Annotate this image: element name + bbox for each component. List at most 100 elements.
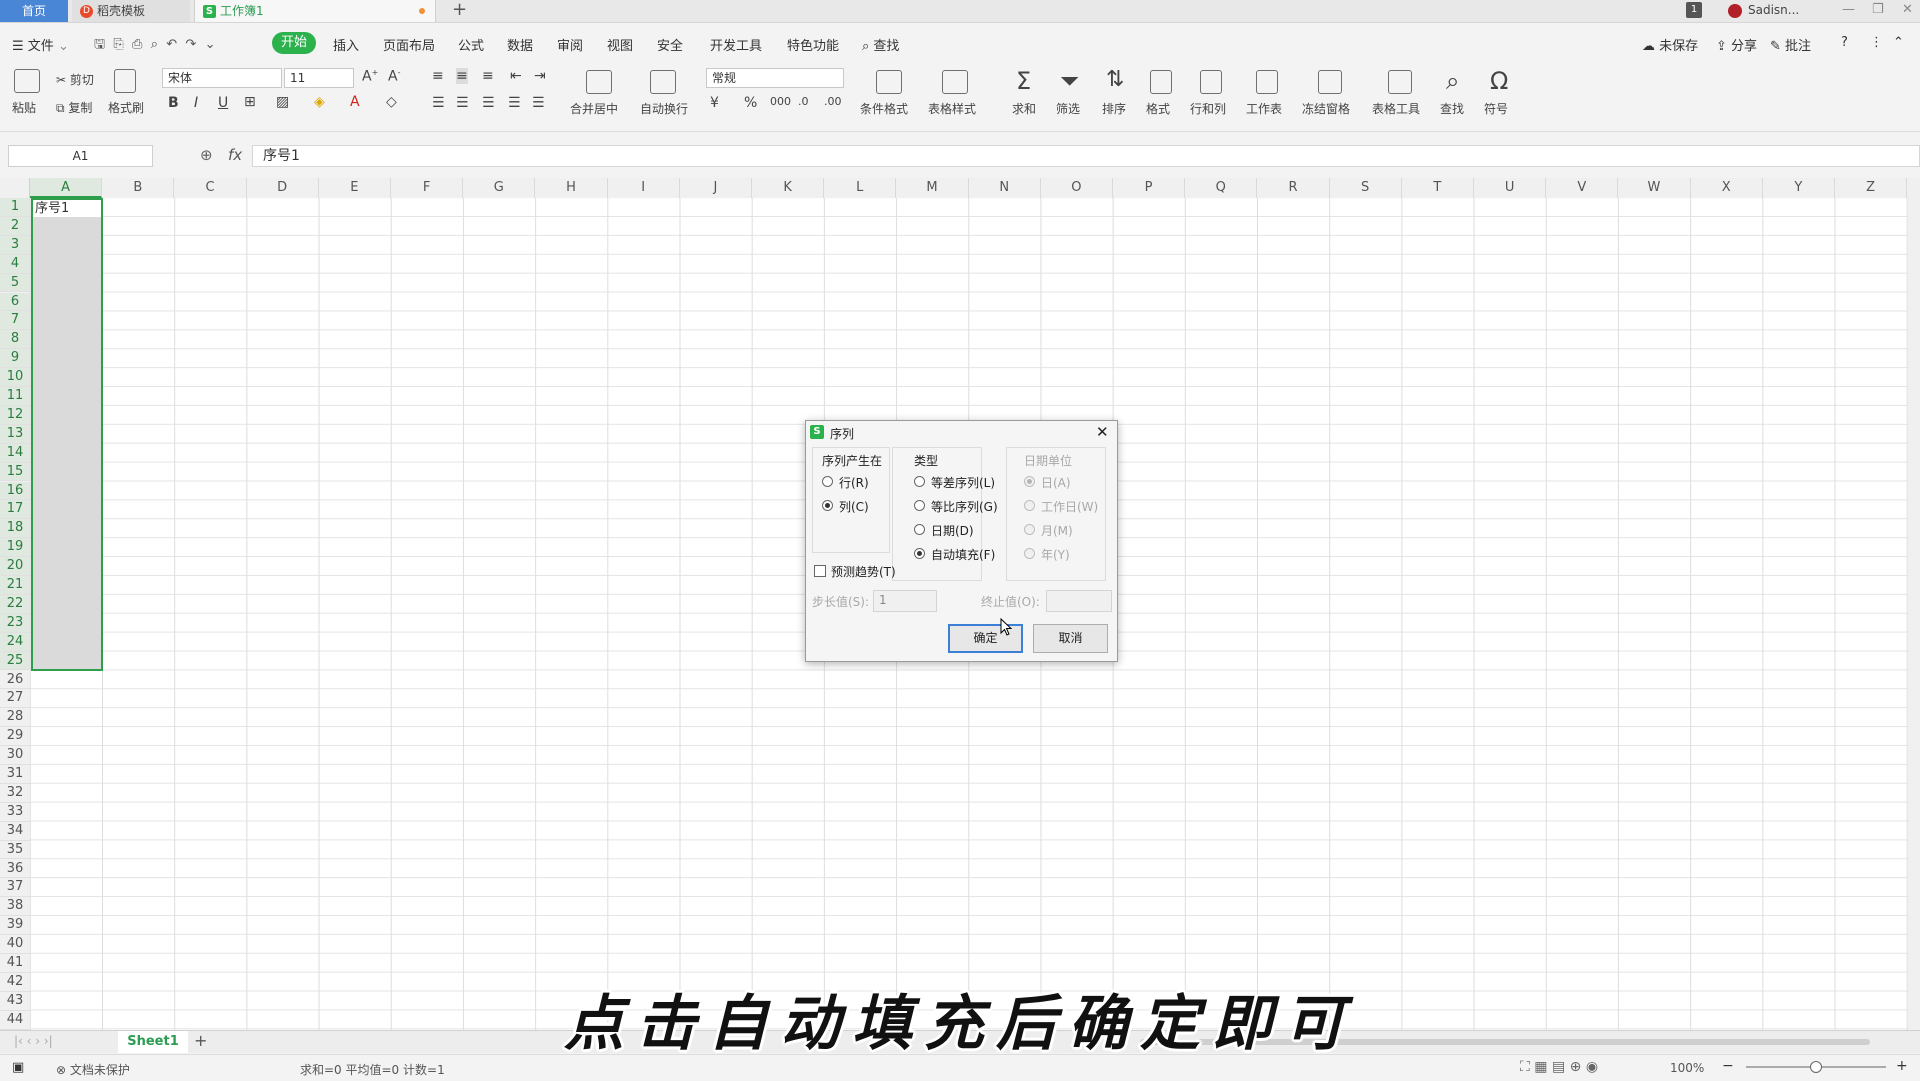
row-header-6[interactable]: 6 [0,292,30,312]
column-header-m[interactable]: M [896,178,969,198]
more-icon[interactable]: ⋮ [1870,35,1883,50]
date-radio[interactable] [914,524,925,535]
export-icon[interactable]: ⎘ [113,37,123,52]
wrap-text-label[interactable]: 自动换行 [640,100,688,117]
conditional-format-icon[interactable] [876,70,902,94]
undo-icon[interactable]: ↶ [166,37,177,52]
format-painter-label[interactable]: 格式刷 [108,99,144,116]
column-header-g[interactable]: G [463,178,536,198]
vertical-scrollbar[interactable] [1908,178,1920,1030]
linear-radio-label[interactable]: 等差序列(L) [931,474,995,491]
redo-icon[interactable]: ↷ [185,37,196,52]
column-header-p[interactable]: P [1113,178,1186,198]
tab-workbook[interactable]: S 工作簿1 [194,0,436,22]
row-header-9[interactable]: 9 [0,349,30,369]
column-header-l[interactable]: L [824,178,897,198]
row-header-36[interactable]: 36 [0,860,30,879]
underline-button[interactable]: U [218,95,228,111]
decrease-decimal-icon[interactable]: .00 [824,95,842,108]
share-button[interactable]: ⇪ 分享 [1716,35,1757,54]
sum-icon[interactable]: Σ [1016,67,1031,95]
sum-label[interactable]: 求和 [1012,100,1036,117]
cell-a1[interactable]: 序号1 [33,200,101,217]
worksheet-icon[interactable] [1256,70,1278,94]
row-header-22[interactable]: 22 [0,594,30,614]
freeze-panes-label[interactable]: 冻结窗格 [1302,100,1350,117]
menu-view[interactable]: 视图 [607,35,633,54]
paste-label[interactable]: 粘贴 [12,99,36,116]
linear-radio[interactable] [914,476,925,487]
col-radio[interactable] [822,500,833,511]
column-header-v[interactable]: V [1546,178,1619,198]
indent-increase-icon[interactable]: ⇥ [534,68,546,84]
row-header-34[interactable]: 34 [0,822,30,841]
sort-label[interactable]: 排序 [1102,100,1126,117]
conditional-format-label[interactable]: 条件格式 [860,100,908,117]
formula-input[interactable]: 序号1 [252,145,1920,167]
menu-insert[interactable]: 插入 [333,35,359,54]
tab-daoke-templates[interactable]: D 稻壳模板 [72,0,190,22]
row-header-14[interactable]: 14 [0,443,30,463]
column-header-i[interactable]: I [608,178,680,198]
border-icon[interactable]: ⊞ [244,94,256,110]
row-header-3[interactable]: 3 [0,235,30,255]
customize-icon[interactable]: ⌄ [205,37,216,52]
column-header-e[interactable]: E [319,178,391,198]
row-header-19[interactable]: 19 [0,538,30,558]
table-style-icon[interactable] [942,70,968,94]
minimize-icon[interactable]: — [1842,2,1855,17]
menu-formulas[interactable]: 公式 [458,35,484,54]
row-header-11[interactable]: 11 [0,387,30,406]
clear-icon[interactable]: ◇ [386,94,397,110]
row-header-39[interactable]: 39 [0,916,30,936]
column-header-y[interactable]: Y [1763,178,1835,198]
align-left-icon[interactable]: ☰ [432,95,445,111]
decrease-font-icon[interactable]: A- [388,68,400,85]
worksheet-label[interactable]: 工作表 [1246,100,1282,117]
growth-radio-label[interactable]: 等比序列(G) [931,498,998,515]
column-header-x[interactable]: X [1691,178,1763,198]
autofill-radio-label[interactable]: 自动填充(F) [931,546,995,563]
find-icon[interactable]: ⌕ [1446,67,1459,95]
font-name-select[interactable]: 宋体 [162,68,282,88]
symbol-icon[interactable]: Ω [1490,67,1508,95]
user-account[interactable]: Sadisn... [1728,3,1799,18]
row-header-8[interactable]: 8 [0,330,30,350]
row-header-38[interactable]: 38 [0,897,30,917]
row-header-7[interactable]: 7 [0,311,30,331]
row-header-40[interactable]: 40 [0,935,30,954]
print-icon[interactable]: ⎙ [132,37,142,52]
select-all-corner[interactable] [0,178,30,198]
date-radio-label[interactable]: 日期(D) [931,522,974,539]
column-header-q[interactable]: Q [1185,178,1258,198]
cut-button[interactable]: ✂ 剪切 [56,71,94,88]
justify-icon[interactable]: ☰ [508,95,521,111]
fill-color-icon[interactable]: ◈ [314,94,325,110]
row-header-32[interactable]: 32 [0,784,30,803]
row-header-41[interactable]: 41 [0,954,30,973]
row-header-33[interactable]: 33 [0,803,30,822]
row-col-icon[interactable] [1200,70,1222,94]
copy-button[interactable]: ⧉ 复制 [56,99,92,116]
merge-center-label[interactable]: 合并居中 [570,100,618,117]
fx-button[interactable]: fx [228,146,242,164]
file-menu[interactable]: ☰ 文件 ⌄ [12,35,69,54]
column-header-w[interactable]: W [1618,178,1691,198]
bold-button[interactable]: B [168,95,179,111]
table-tools-label[interactable]: 表格工具 [1372,100,1420,117]
trend-checkbox[interactable] [814,565,826,577]
increase-decimal-icon[interactable]: .0 [798,95,809,108]
row-header-25[interactable]: 25 [0,651,30,671]
filter-icon[interactable]: ⏷ [1060,67,1079,95]
number-format-select[interactable]: 常规 [706,68,844,88]
increase-font-icon[interactable]: A+ [362,68,378,85]
row-header-26[interactable]: 26 [0,671,30,690]
column-header-j[interactable]: J [680,178,752,198]
column-header-s[interactable]: S [1330,178,1402,198]
save-icon[interactable]: 🖫 [94,37,105,52]
format-painter-icon[interactable] [114,69,136,93]
row-header-23[interactable]: 23 [0,613,30,633]
thousands-icon[interactable]: 000 [770,95,791,108]
sort-icon[interactable]: ⇅ [1106,67,1124,92]
currency-icon[interactable]: ¥ [710,95,719,111]
